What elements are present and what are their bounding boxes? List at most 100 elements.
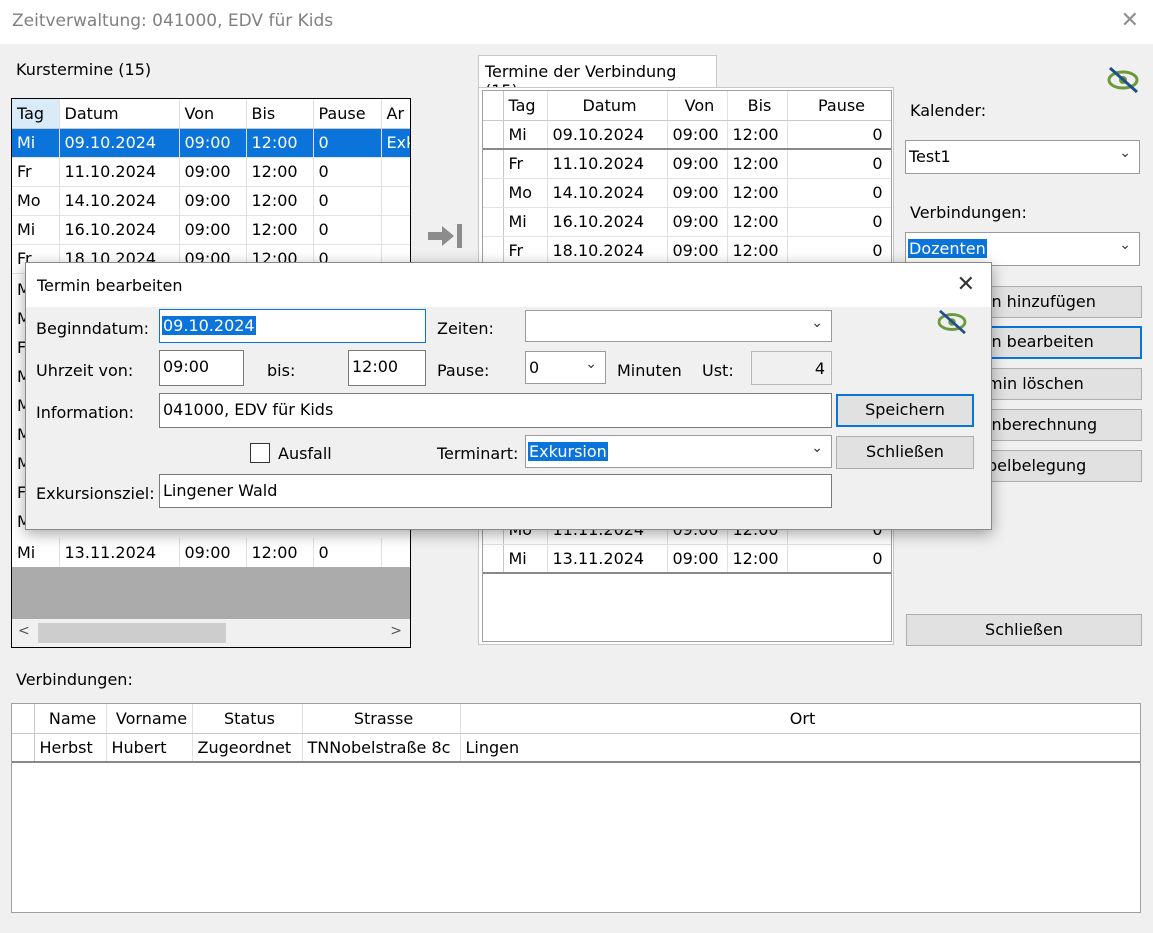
- table-row[interactable]: Mi 16.10.2024 09:00 12:00 0: [12, 215, 410, 245]
- scroll-left-icon[interactable]: <: [18, 623, 30, 639]
- verbindungen-grid[interactable]: Name Vorname Status Strasse Ort Herbst H…: [11, 703, 1141, 913]
- terminart-dropdown[interactable]: Exkursion ⌄: [525, 435, 832, 468]
- cell: Mo: [503, 178, 548, 208]
- cell: Mi: [12, 128, 60, 158]
- exkursionsziel-field[interactable]: Lingener Wald: [159, 474, 832, 508]
- col-header-vorname[interactable]: Vorname: [106, 704, 193, 734]
- col-header-bis[interactable]: Bis: [727, 91, 788, 121]
- cell: 09:00: [179, 215, 247, 245]
- cell: [381, 157, 410, 187]
- uhrzeit-bis-field[interactable]: 12:00: [348, 350, 426, 386]
- cell: 16.10.2024: [547, 207, 668, 237]
- kalender-dropdown[interactable]: Test1 ⌄: [905, 140, 1140, 174]
- table-row[interactable]: Mi 09.10.2024 09:00 12:00 0 Exk: [12, 128, 410, 158]
- cell: Mi: [12, 538, 60, 568]
- pause-dropdown[interactable]: 0 ⌄: [525, 351, 606, 384]
- cell: 14.10.2024: [547, 178, 668, 208]
- cell: Mi: [503, 207, 548, 237]
- uhrzeit-von-field[interactable]: 09:00: [159, 350, 244, 386]
- speichern-button[interactable]: Speichern: [836, 394, 974, 427]
- cell: 09:00: [667, 149, 728, 179]
- dialog-title: Termin bearbeiten: [37, 276, 183, 295]
- row-header: [12, 733, 35, 763]
- verbindungen-dropdown[interactable]: Dozenten ⌄: [905, 232, 1140, 266]
- cell: 12:00: [246, 128, 314, 158]
- table-row[interactable]: Mi 09.10.2024 09:00 12:00 0: [483, 120, 891, 150]
- col-header-datum[interactable]: Datum: [547, 91, 668, 121]
- table-row[interactable]: Mi 13.11.2024 09:00 12:00 0: [12, 538, 410, 568]
- col-header-von[interactable]: Von: [179, 99, 247, 129]
- col-header-strasse[interactable]: Strasse: [302, 704, 461, 734]
- arrow-right-to-bar-icon[interactable]: [426, 220, 466, 252]
- cell: Fr: [503, 236, 548, 266]
- col-header-bis[interactable]: Bis: [246, 99, 314, 129]
- col-header-name[interactable]: Name: [34, 704, 107, 734]
- ausfall-label[interactable]: Ausfall: [278, 444, 332, 463]
- beginndatum-field[interactable]: 09.10.2024: [159, 309, 426, 343]
- table-row[interactable]: Mi 16.10.2024 09:00 12:00 0: [483, 207, 891, 237]
- kurstermine-header: Tag Datum Von Bis Pause Ar: [12, 99, 410, 129]
- chevron-down-icon: ⌄: [1119, 237, 1131, 253]
- uhrzeit-von-label: Uhrzeit von:: [36, 361, 134, 380]
- main-close-button[interactable]: Schließen: [906, 614, 1142, 646]
- scroll-right-icon[interactable]: >: [390, 623, 402, 639]
- eye-slash-icon[interactable]: [1106, 66, 1140, 94]
- cell: 11.10.2024: [59, 157, 180, 187]
- row-header: [483, 149, 504, 179]
- information-field[interactable]: 041000, EDV für Kids: [159, 393, 832, 428]
- horizontal-scrollbar[interactable]: < >: [12, 619, 410, 647]
- tab-termine-der-verbindung[interactable]: Termine der Verbindung (15): [478, 55, 717, 100]
- cell: 0: [313, 157, 382, 187]
- col-header-ort[interactable]: Ort: [460, 704, 1140, 734]
- ausfall-checkbox[interactable]: [250, 443, 270, 463]
- window-close-button[interactable]: ✕: [1121, 8, 1139, 33]
- cell: 18.10.2024: [547, 236, 668, 266]
- table-row[interactable]: Mo 14.10.2024 09:00 12:00 0: [483, 178, 891, 208]
- col-header-tag[interactable]: Tag: [12, 99, 60, 129]
- verbindungen-value: Dozenten: [908, 239, 987, 258]
- cell: 0: [313, 186, 382, 216]
- scrollbar-thumb[interactable]: [38, 623, 226, 643]
- cell: 12:00: [727, 544, 788, 574]
- cell: 09:00: [667, 178, 728, 208]
- cell: 12:00: [727, 207, 788, 237]
- cell: Mi: [12, 215, 60, 245]
- table-row[interactable]: Fr 11.10.2024 09:00 12:00 0: [12, 157, 410, 187]
- table-row[interactable]: Herbst Hubert Zugeordnet TNNobelstraße 8…: [12, 733, 1140, 763]
- col-header-von[interactable]: Von: [667, 91, 728, 121]
- cell: 09:00: [667, 544, 728, 574]
- cell: 0: [787, 178, 891, 208]
- dialog-close-icon[interactable]: ✕: [957, 272, 975, 297]
- kalender-label: Kalender:: [910, 101, 987, 120]
- table-row[interactable]: Mi 13.11.2024 09:00 12:00 0: [483, 544, 891, 574]
- dialog-schliessen-button[interactable]: Schließen: [836, 436, 974, 469]
- exkursionsziel-value: Lingener Wald: [163, 481, 278, 500]
- zeiten-dropdown[interactable]: ⌄: [525, 310, 832, 342]
- chevron-down-icon: ⌄: [811, 315, 823, 331]
- cell: Mi: [503, 544, 548, 574]
- cell: 12:00: [246, 215, 314, 245]
- cell: Fr: [503, 149, 548, 179]
- terminart-value-wrap: Exkursion: [528, 442, 608, 461]
- cell: Herbst: [34, 733, 107, 763]
- col-header-datum[interactable]: Datum: [59, 99, 180, 129]
- ust-value: 4: [814, 359, 825, 378]
- col-header-pause[interactable]: Pause: [313, 99, 382, 129]
- obscured-tag-column: M M F M M M M F Mo: [12, 275, 26, 536]
- table-row[interactable]: Fr 11.10.2024 09:00 12:00 0: [483, 149, 891, 179]
- cell: 0: [787, 236, 891, 266]
- col-header-pause[interactable]: Pause: [787, 91, 891, 121]
- cell: Mi: [503, 120, 548, 150]
- col-header-art[interactable]: Ar: [381, 99, 410, 129]
- cell: [381, 538, 410, 568]
- kalender-value: Test1: [909, 147, 951, 166]
- cell: 09.10.2024: [547, 120, 668, 150]
- cell: 09:00: [667, 236, 728, 266]
- table-row[interactable]: Mo 14.10.2024 09:00 12:00 0: [12, 186, 410, 216]
- cell: 09:00: [667, 120, 728, 150]
- col-header-tag[interactable]: Tag: [503, 91, 548, 121]
- table-row[interactable]: Fr 18.10.2024 09:00 12:00 0: [483, 236, 891, 266]
- eye-slash-icon[interactable]: [936, 309, 968, 335]
- chevron-down-icon: ⌄: [585, 356, 597, 372]
- col-header-status[interactable]: Status: [192, 704, 303, 734]
